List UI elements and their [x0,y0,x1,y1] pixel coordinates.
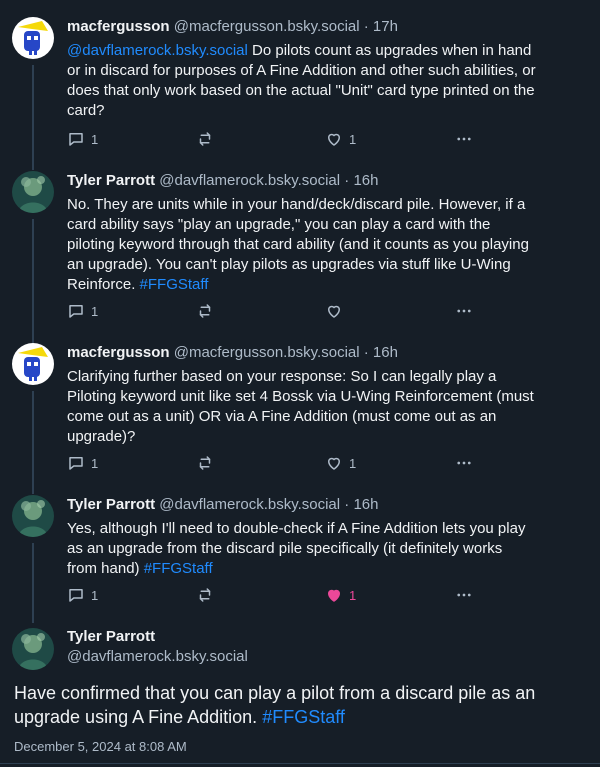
post-header: Tyler Parrott @davflamerock.bsky.social [67,627,248,667]
author-name[interactable]: Tyler Parrott [67,496,155,513]
avatar[interactable] [12,171,54,213]
author-handle[interactable]: @davflamerock.bsky.social [159,172,340,189]
like-count: 1 [349,131,357,147]
post-text: @davflamerock.bsky.social Do pilots coun… [67,42,536,119]
like-count: 1 [349,587,357,603]
reply-button[interactable]: 1 [67,586,98,604]
like-button[interactable]: 1 [325,454,356,472]
like-button[interactable]: 1 [325,586,356,604]
hashtag-link[interactable]: #FFGStaff [140,276,209,293]
author-handle[interactable]: @macfergusson.bsky.social [174,344,360,361]
reply-button[interactable]: 1 [67,454,98,472]
author-name[interactable]: Tyler Parrott [67,172,155,189]
thread-line [32,219,34,344]
post-header: Tyler Parrott @davflamerock.bsky.social … [67,496,379,513]
thread-line [32,543,34,623]
repost-icon [199,304,211,318]
post-date[interactable]: December 5, 2024 at 8:08 AM [14,739,187,754]
post-text: Clarifying further based on your respons… [67,368,534,445]
repost-button[interactable] [196,586,214,604]
post-time[interactable]: 16h [373,344,398,361]
post-header: macfergusson @macfergusson.bsky.social ·… [67,344,398,361]
author-handle[interactable]: @davflamerock.bsky.social [159,496,340,513]
post-actions: 1 [67,302,487,324]
more-options-button[interactable] [454,130,474,148]
author-name[interactable]: Tyler Parrott [67,627,248,647]
more-options-button[interactable] [454,586,474,604]
post-text: No. They are units while in your hand/de… [67,196,529,293]
avatar[interactable] [12,628,54,670]
mention-link[interactable]: @davflamerock.bsky.social [67,42,248,59]
reply-icon [69,305,83,318]
post-header: Tyler Parrott @davflamerock.bsky.social … [67,172,379,189]
like-button[interactable]: 1 [325,130,356,148]
avatar[interactable] [12,17,54,59]
more-icon [457,593,471,597]
heart-filled-icon [328,589,340,602]
heart-icon [328,133,340,146]
thread-line [32,391,34,494]
post-actions: 1 1 [67,586,487,608]
more-icon [457,309,471,313]
post-actions: 1 1 [67,454,487,476]
reply-icon [69,133,83,146]
repost-icon [199,132,211,146]
post-time[interactable]: 16h [353,172,378,189]
more-options-button[interactable] [454,302,474,320]
heart-icon [328,305,340,318]
thread-line [32,65,34,170]
avatar[interactable] [12,495,54,537]
repost-button[interactable] [196,454,214,472]
repost-button[interactable] [196,302,214,320]
reply-count: 1 [91,455,99,471]
divider [0,763,600,764]
repost-icon [199,456,211,470]
more-icon [457,461,471,465]
post-time[interactable]: 17h [373,18,398,35]
reply-count: 1 [91,587,99,603]
reply-icon [69,589,83,602]
hashtag-link[interactable]: #FFGStaff [262,707,345,727]
author-name[interactable]: macfergusson [67,18,170,35]
reply-button[interactable]: 1 [67,302,98,320]
post-header: macfergusson @macfergusson.bsky.social ·… [67,18,398,35]
heart-icon [328,457,340,470]
avatar[interactable] [12,343,54,385]
author-handle[interactable]: @macfergusson.bsky.social [174,18,360,35]
reply-count: 1 [91,303,99,319]
author-name[interactable]: macfergusson [67,344,170,361]
repost-button[interactable] [196,130,214,148]
post-time[interactable]: 16h [353,496,378,513]
author-handle[interactable]: @davflamerock.bsky.social [67,647,248,667]
reply-icon [69,457,83,470]
hashtag-link[interactable]: #FFGStaff [144,560,213,577]
post-text: Yes, although I'll need to double-check … [67,520,526,577]
like-button[interactable] [325,302,349,320]
more-icon [457,137,471,141]
like-count: 1 [349,455,357,471]
repost-icon [199,588,211,602]
post-text: Have confirmed that you can play a pilot… [14,683,536,727]
reply-button[interactable]: 1 [67,130,98,148]
post-actions: 1 1 [67,130,487,152]
reply-count: 1 [91,131,99,147]
more-options-button[interactable] [454,454,474,472]
